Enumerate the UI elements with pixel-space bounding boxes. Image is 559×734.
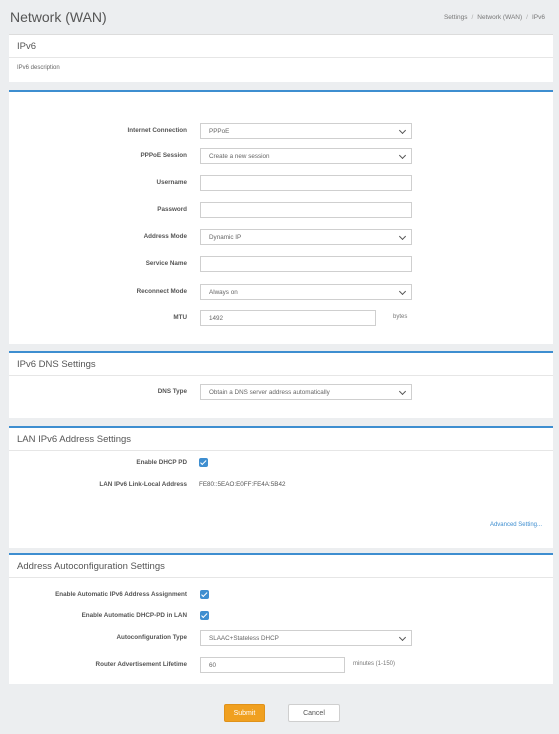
address-mode-select[interactable]: Dynamic IP bbox=[200, 229, 412, 245]
advanced-setting-link[interactable]: Advanced Setting... bbox=[490, 522, 542, 528]
password-row: Password bbox=[9, 202, 553, 218]
reconnect-mode-label: Reconnect Mode bbox=[136, 288, 187, 295]
service-name-row: Service Name bbox=[9, 256, 553, 272]
ipv6-description: IPv6 description bbox=[17, 65, 60, 71]
link-local-row: LAN IPv6 Link-Local Address FE80::5EAO:E… bbox=[9, 477, 553, 493]
service-name-label: Service Name bbox=[145, 260, 187, 267]
mtu-row: MTU 1492 bytes bbox=[9, 310, 553, 326]
mtu-unit: bytes bbox=[393, 314, 408, 320]
breadcrumb-item-settings[interactable]: Settings bbox=[444, 14, 468, 21]
auto-assign-row: Enable Automatic IPv6 Address Assignment bbox=[9, 587, 553, 603]
mtu-input[interactable]: 1492 bbox=[200, 310, 376, 326]
auto-dhcp-pd-checkbox[interactable] bbox=[200, 611, 209, 620]
breadcrumb-item-network-wan[interactable]: Network (WAN) bbox=[477, 14, 522, 21]
ra-lifetime-unit: minutes (1-150) bbox=[353, 661, 396, 667]
dhcp-pd-row: Enable DHCP PD bbox=[9, 455, 553, 471]
internet-connection-select[interactable]: PPPoE bbox=[200, 123, 412, 139]
wan-settings-panel: Internet Connection PPPoE PPPoE Session … bbox=[9, 90, 553, 344]
auto-assign-label: Enable Automatic IPv6 Address Assignment bbox=[55, 591, 187, 598]
page-title: Network (WAN) bbox=[10, 9, 107, 25]
username-input[interactable] bbox=[200, 175, 412, 191]
pppoe-session-label: PPPoE Session bbox=[140, 152, 187, 159]
pppoe-session-select[interactable]: Create a new session bbox=[200, 148, 412, 164]
reconnect-mode-row: Reconnect Mode Always on bbox=[9, 284, 553, 300]
password-label: Password bbox=[157, 206, 187, 213]
link-local-value: FE80::5EAO:E0FF:FE4A:5B42 bbox=[199, 481, 286, 488]
internet-connection-label: Internet Connection bbox=[127, 127, 187, 134]
divider bbox=[9, 375, 553, 376]
ra-lifetime-label: Router Advertisement Lifetime bbox=[95, 661, 187, 668]
link-local-label: LAN IPv6 Link-Local Address bbox=[99, 481, 187, 488]
divider bbox=[9, 57, 553, 58]
lan-ipv6-panel: LAN IPv6 Address Settings Enable DHCP PD… bbox=[9, 426, 553, 548]
dhcp-pd-checkbox[interactable] bbox=[199, 458, 208, 467]
ipv6-panel-title: IPv6 bbox=[17, 41, 37, 52]
dns-type-label: DNS Type bbox=[157, 388, 187, 395]
lan-panel-title: LAN IPv6 Address Settings bbox=[17, 434, 132, 445]
service-name-input[interactable] bbox=[200, 256, 412, 272]
breadcrumb-item-ipv6: IPv6 bbox=[531, 14, 545, 21]
autoconf-type-label: Autoconfiguration Type bbox=[116, 634, 187, 641]
autoconf-type-select[interactable]: SLAAC+Stateless DHCP bbox=[200, 630, 412, 646]
internet-connection-row: Internet Connection PPPoE bbox=[9, 123, 553, 139]
pppoe-session-row: PPPoE Session Create a new session bbox=[9, 148, 553, 164]
ra-lifetime-row: Router Advertisement Lifetime 60 minutes… bbox=[9, 657, 553, 673]
mtu-label: MTU bbox=[173, 314, 187, 321]
autoconf-panel-title: Address Autoconfiguration Settings bbox=[17, 561, 165, 572]
breadcrumb: Settings / Network (WAN) / IPv6 bbox=[443, 14, 545, 21]
autoconf-type-row: Autoconfiguration Type SLAAC+Stateless D… bbox=[9, 630, 553, 646]
dns-type-row: DNS Type Obtain a DNS server address aut… bbox=[9, 384, 553, 400]
auto-dhcp-pd-row: Enable Automatic DHCP-PD in LAN bbox=[9, 608, 553, 624]
dns-type-select[interactable]: Obtain a DNS server address automaticall… bbox=[200, 384, 412, 400]
auto-assign-checkbox[interactable] bbox=[200, 590, 209, 599]
cancel-button[interactable]: Cancel bbox=[288, 704, 340, 722]
username-row: Username bbox=[9, 175, 553, 191]
address-mode-row: Address Mode Dynamic IP bbox=[9, 229, 553, 245]
dns-settings-panel: IPv6 DNS Settings DNS Type Obtain a DNS … bbox=[9, 351, 553, 418]
reconnect-mode-select[interactable]: Always on bbox=[200, 284, 412, 300]
ra-lifetime-input[interactable]: 60 bbox=[200, 657, 345, 673]
username-label: Username bbox=[156, 179, 187, 186]
page-header: Network (WAN) Settings / Network (WAN) / IPv… bbox=[0, 0, 559, 34]
ipv6-panel: IPv6 IPv6 description bbox=[9, 34, 553, 82]
password-input[interactable] bbox=[200, 202, 412, 218]
divider bbox=[9, 450, 553, 451]
dns-panel-title: IPv6 DNS Settings bbox=[17, 359, 96, 370]
divider bbox=[9, 577, 553, 578]
autoconf-panel: Address Autoconfiguration Settings Enabl… bbox=[9, 553, 553, 684]
address-mode-label: Address Mode bbox=[143, 233, 187, 240]
dhcp-pd-label: Enable DHCP PD bbox=[136, 459, 187, 466]
submit-button[interactable]: Submit bbox=[224, 704, 265, 722]
auto-dhcp-pd-label: Enable Automatic DHCP-PD in LAN bbox=[81, 612, 187, 619]
